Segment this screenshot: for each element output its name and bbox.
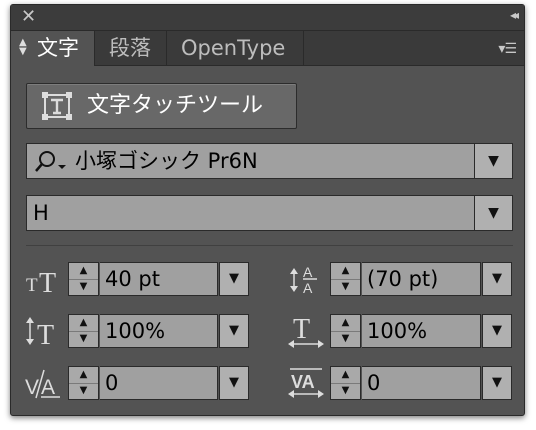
font-size-input[interactable]: 40 pt [100,262,218,296]
leading-stepper[interactable]: ▲ ▼ [330,262,361,296]
chevron-down-icon[interactable]: ▼ [474,196,512,230]
font-size-stepper[interactable]: ▲ ▼ [68,262,99,296]
leading-field: A A ▲ ▼ (70 pt) ▼ [286,262,512,296]
font-size-icon: T T [26,268,56,296]
panel-menu-icon[interactable]: ▾☰ [498,41,517,57]
chevron-down-icon[interactable]: ▼ [474,144,512,178]
horizontal-scale-stepper[interactable]: ▲ ▼ [330,314,361,348]
horizontal-scale-icon: T [288,314,324,348]
touch-type-tool-icon [42,92,72,120]
tab-character[interactable]: ▲ ▼ 文字 [11,31,95,66]
font-size-value: 40 pt [105,267,160,291]
character-panel: ✕ ◂◂ ▲ ▼ 文字 段落 OpenType ▾☰ 文字タッチツール 小塚ゴシ… [10,4,525,416]
tab-paragraph-label: 段落 [109,36,151,60]
collapse-icon[interactable]: ◂◂ [510,8,519,22]
tab-opentype-label: OpenType [181,36,286,60]
svg-text:A: A [303,264,313,280]
tracking-value: 0 [367,371,381,395]
close-icon[interactable]: ✕ [21,6,36,28]
vertical-scale-input[interactable]: 100% [100,314,218,348]
horizontal-scale-field: T ▲ ▼ 100% ▼ [286,314,512,348]
font-size-field: T T ▲ ▼ 40 pt ▼ [24,262,249,296]
kerning-value: 0 [105,371,119,395]
chevron-down-icon[interactable]: ▼ [219,314,249,348]
touch-type-tool-label: 文字タッチツール [87,93,264,118]
chevron-down-icon[interactable]: ▼ [219,262,249,296]
panel-tabs: ▲ ▼ 文字 段落 OpenType ▾☰ [11,31,524,66]
svg-text:T: T [293,314,310,345]
vertical-scale-icon: T [26,317,54,348]
tab-opentype[interactable]: OpenType [167,31,304,65]
touch-type-tool-button[interactable]: 文字タッチツール [26,83,297,129]
tracking-stepper[interactable]: ▲ ▼ [330,366,361,400]
leading-input[interactable]: (70 pt) [362,262,481,296]
leading-icon: A A [290,264,317,296]
font-family-dropdown[interactable]: 小塚ゴシック Pr6N ▼ [26,143,513,179]
font-style-value: H [33,201,49,225]
tab-character-label: 文字 [37,36,79,60]
chevron-down-icon[interactable]: ▼ [482,262,512,296]
section-divider [26,245,513,246]
kerning-stepper[interactable]: ▲ ▼ [68,366,99,400]
tracking-input[interactable]: 0 [362,366,481,400]
horizontal-scale-input[interactable]: 100% [362,314,481,348]
font-style-dropdown[interactable]: H ▼ [26,195,513,231]
tracking-icon: VA [288,368,324,398]
kerning-icon: V A [25,369,60,399]
svg-text:T: T [26,275,38,296]
kerning-input[interactable]: 0 [100,366,218,400]
chevron-down-icon[interactable]: ▼ [219,366,249,400]
font-search-icon [35,151,66,172]
horizontal-scale-value: 100% [367,319,428,343]
chevron-down-icon[interactable]: ▼ [482,366,512,400]
svg-text:T: T [37,320,54,348]
tracking-field: VA ▲ ▼ 0 ▼ [286,366,512,400]
panel-titlebar: ✕ ◂◂ [11,5,524,31]
vertical-scale-field: T ▲ ▼ 100% ▼ [24,314,249,348]
svg-text:A: A [303,280,313,296]
font-family-value: 小塚ゴシック Pr6N [75,149,258,173]
svg-text:T: T [39,268,56,296]
tab-options-icon[interactable]: ▲ ▼ [19,38,27,57]
svg-text:A: A [41,376,55,399]
chevron-down-icon[interactable]: ▼ [482,314,512,348]
kerning-field: V A ▲ ▼ 0 ▼ [24,366,249,400]
svg-text:VA: VA [291,372,315,392]
tab-paragraph[interactable]: 段落 [95,31,167,65]
leading-value: (70 pt) [367,267,439,291]
vertical-scale-value: 100% [105,319,166,343]
vertical-scale-stepper[interactable]: ▲ ▼ [68,314,99,348]
